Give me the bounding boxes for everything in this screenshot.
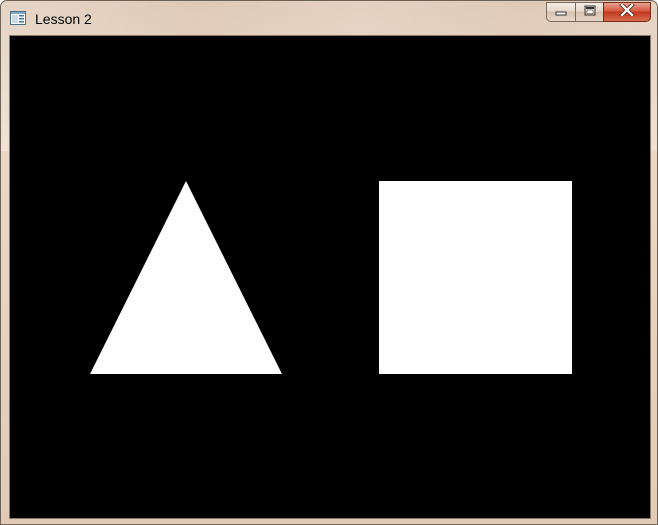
app-icon[interactable] [10,11,26,25]
white-triangle [90,181,282,374]
maximize-icon [584,3,596,21]
close-icon [619,2,635,21]
white-square [379,181,572,374]
minimize-icon [555,3,567,21]
window-title: Lesson 2 [35,11,92,27]
app-window: Lesson 2 [0,0,658,525]
maximize-button[interactable] [575,2,603,22]
close-button[interactable] [603,2,651,22]
title-bar[interactable]: Lesson 2 [1,1,657,35]
caption-buttons [546,2,651,24]
render-canvas[interactable] [9,35,651,519]
scene-svg [90,181,572,374]
minimize-button[interactable] [546,2,575,22]
